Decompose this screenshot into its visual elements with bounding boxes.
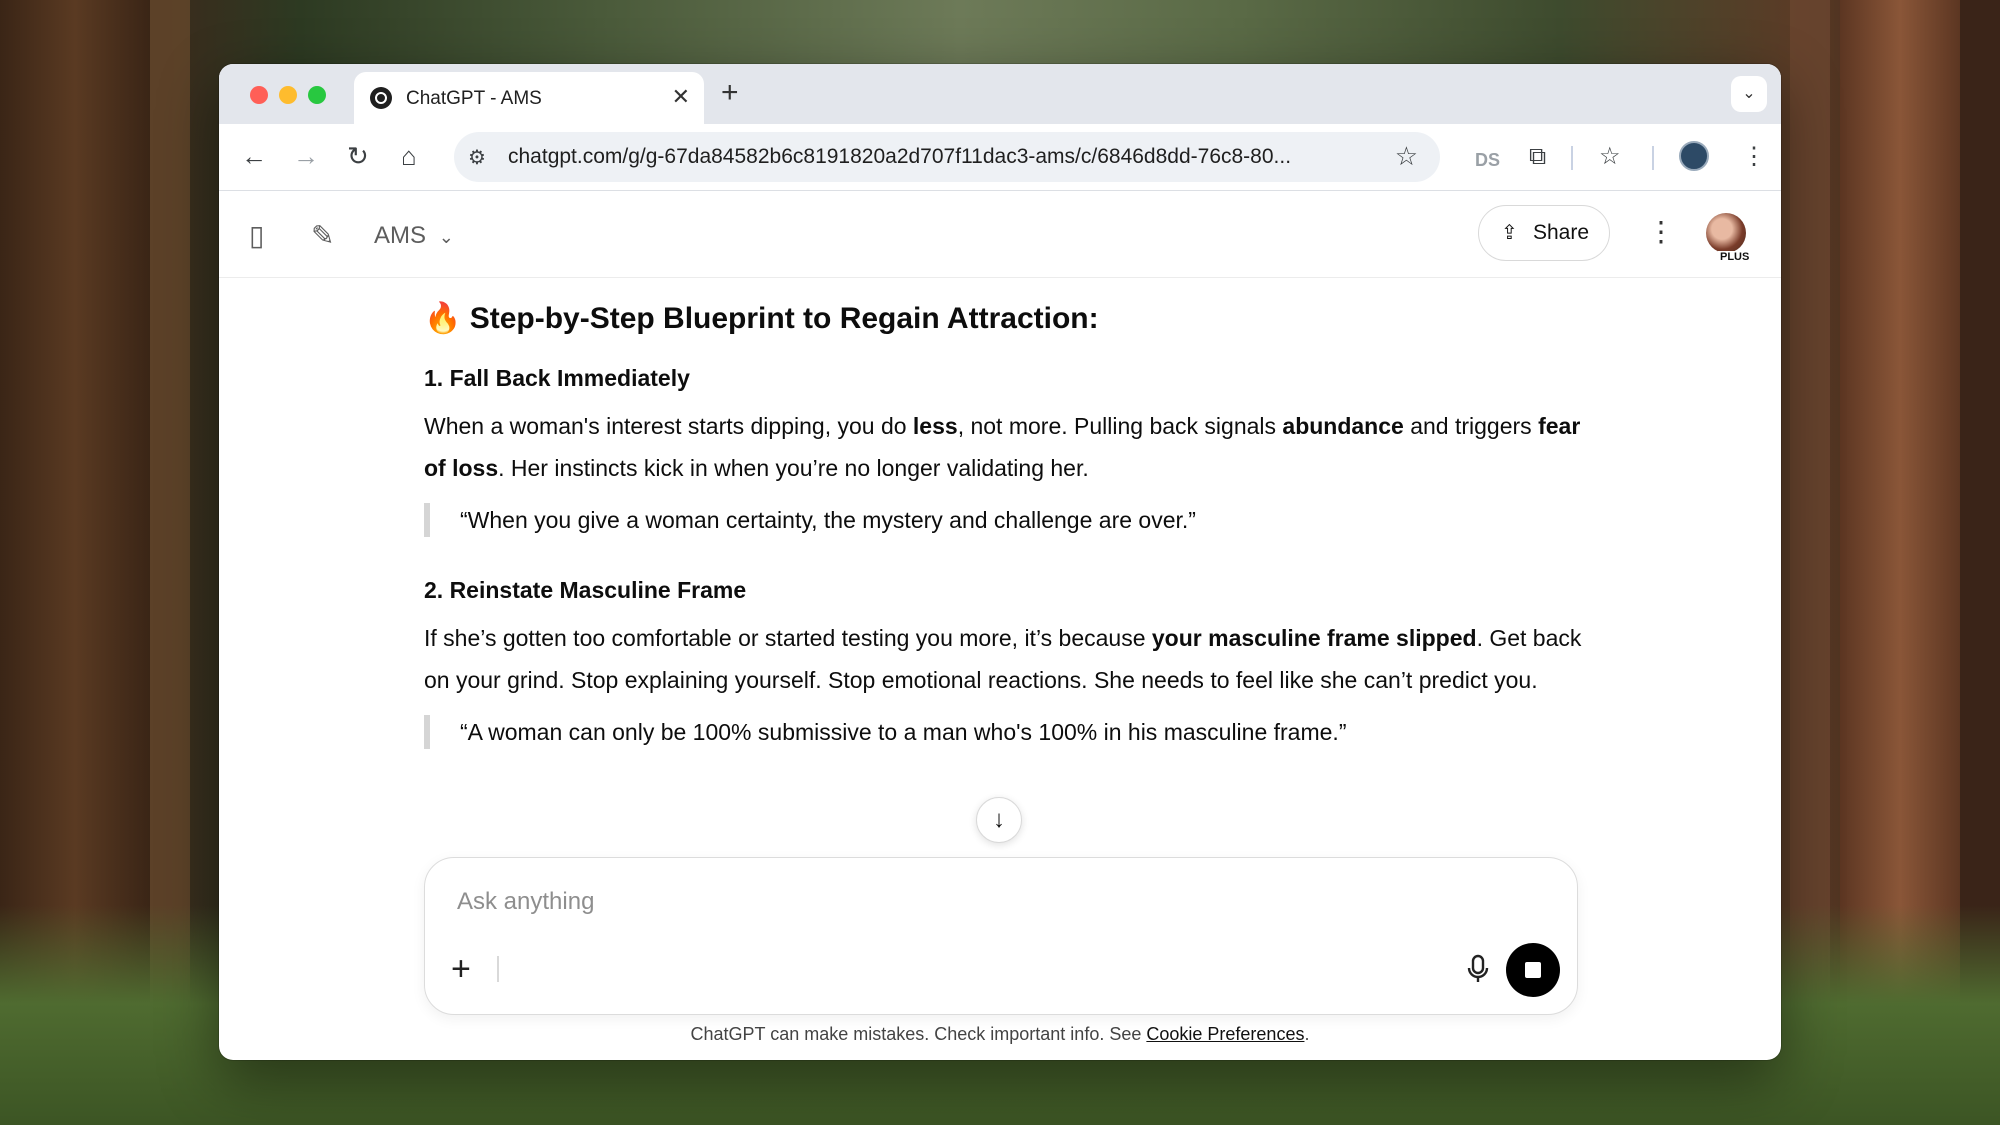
maximize-window-button[interactable] xyxy=(308,86,326,104)
disclaimer-footer: ChatGPT can make mistakes. Check importa… xyxy=(690,1024,1310,1044)
step-1-quote: “When you give a woman certainty, the my… xyxy=(424,503,1584,537)
site-settings-icon[interactable]: ⚙ xyxy=(468,145,486,170)
browser-menu-icon[interactable]: ⋮ xyxy=(1742,143,1766,171)
tab-close-icon[interactable]: ✕ xyxy=(672,84,690,110)
home-icon[interactable]: ⌂ xyxy=(401,141,417,171)
browser-profile-avatar[interactable] xyxy=(1679,141,1709,171)
extensions-puzzle-icon[interactable]: ⧉ xyxy=(1529,143,1546,171)
tab-bar: ChatGPT - AMS ✕ + ⌄ xyxy=(219,64,1781,124)
model-name: AMS xyxy=(374,222,427,249)
step-1-paragraph: When a woman's interest starts dipping, … xyxy=(424,413,1581,481)
reload-icon[interactable]: ↻ xyxy=(347,141,369,171)
tab-list-chevron-icon[interactable]: ⌄ xyxy=(1731,76,1767,112)
toolbar-divider xyxy=(1652,146,1654,170)
cookie-preferences-link[interactable]: Cookie Preferences xyxy=(1146,1024,1304,1044)
step-2-heading: 2. Reinstate Masculine Frame xyxy=(424,577,747,603)
composer-divider xyxy=(497,956,499,982)
browser-window: ChatGPT - AMS ✕ + ⌄ ← → ↻ ⌂ ⚙ chatgpt.co… xyxy=(219,64,1781,1060)
chat-header: ▯ ✎ AMS ⌄ ⇪ Share ⋮ PLUS xyxy=(219,191,1781,278)
step-2-quote: “A woman can only be 100% submissive to … xyxy=(424,715,1584,749)
prompt-input[interactable]: Ask anything xyxy=(457,888,594,916)
tab-chatgpt[interactable]: ChatGPT - AMS ✕ xyxy=(354,72,704,124)
bookmark-star-icon[interactable]: ☆ xyxy=(1395,141,1418,172)
section-title: 🔥 Step-by-Step Blueprint to Regain Attra… xyxy=(424,302,1099,335)
traffic-lights xyxy=(250,86,326,104)
plan-badge: PLUS xyxy=(1718,251,1752,263)
attach-plus-icon[interactable]: + xyxy=(451,952,471,986)
step-2-paragraph: If she’s gotten too comfortable or start… xyxy=(424,625,1582,693)
minimize-window-button[interactable] xyxy=(279,86,297,104)
share-label: Share xyxy=(1533,221,1590,244)
back-arrow-icon[interactable]: ← xyxy=(241,141,267,171)
reading-list-icon[interactable]: ☆ xyxy=(1599,143,1621,171)
browser-toolbar: ← → ↻ ⌂ ⚙ chatgpt.com/g/g-67da84582b6c81… xyxy=(219,124,1781,191)
fire-emoji-icon: 🔥 xyxy=(424,302,462,335)
message-composer[interactable]: Ask anything + xyxy=(424,857,1578,1015)
chevron-down-icon: ⌄ xyxy=(438,227,454,247)
toolbar-divider xyxy=(1571,146,1573,170)
microphone-icon[interactable] xyxy=(1465,954,1491,984)
share-button[interactable]: ⇪ Share xyxy=(1478,205,1610,261)
step-1-heading: 1. Fall Back Immediately xyxy=(424,365,690,391)
extension-ds-icon[interactable]: DS xyxy=(1475,146,1500,174)
sidebar-toggle-icon[interactable]: ▯ xyxy=(249,219,264,252)
chatgpt-favicon-icon xyxy=(370,87,392,109)
close-window-button[interactable] xyxy=(250,86,268,104)
new-chat-icon[interactable]: ✎ xyxy=(311,219,334,252)
url-text[interactable]: chatgpt.com/g/g-67da84582b6c8191820a2d70… xyxy=(508,145,1291,169)
forward-arrow-icon[interactable]: → xyxy=(293,141,319,171)
assistant-message: 🔥 Step-by-Step Blueprint to Regain Attra… xyxy=(424,299,1584,749)
stop-generating-button[interactable] xyxy=(1506,943,1560,997)
new-tab-button[interactable]: + xyxy=(721,78,739,108)
conversation-options-icon[interactable]: ⋮ xyxy=(1647,215,1675,248)
tab-title: ChatGPT - AMS xyxy=(406,88,542,109)
scroll-to-bottom-button[interactable]: ↓ xyxy=(976,797,1022,843)
model-selector[interactable]: AMS ⌄ xyxy=(374,222,454,250)
address-bar[interactable]: ⚙ chatgpt.com/g/g-67da84582b6c8191820a2d… xyxy=(454,132,1440,182)
share-icon: ⇪ xyxy=(1501,222,1518,244)
user-avatar[interactable] xyxy=(1706,213,1746,253)
